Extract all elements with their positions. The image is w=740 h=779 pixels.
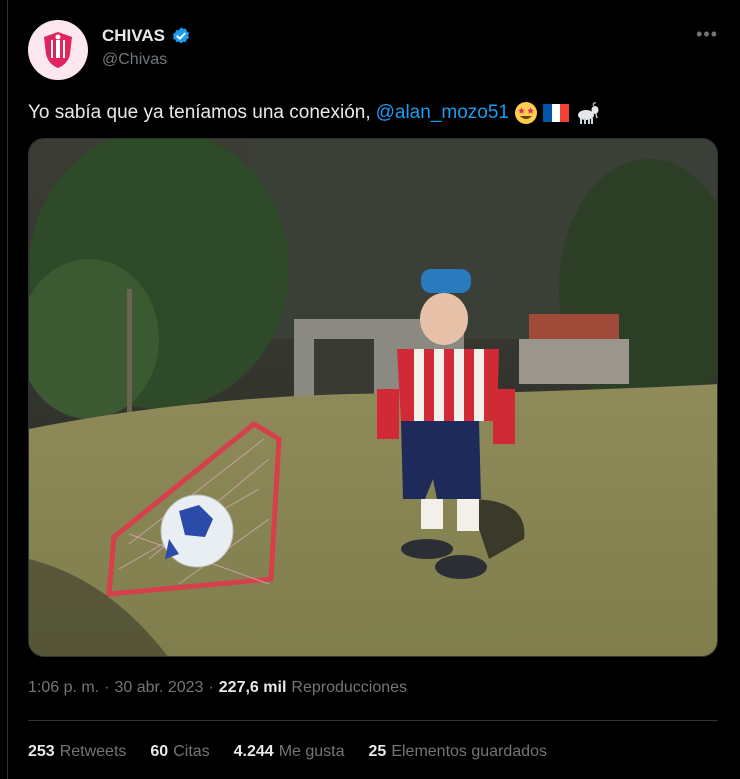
avatar[interactable] xyxy=(28,20,88,80)
quotes-label: Citas xyxy=(173,743,210,760)
more-options-icon[interactable]: ••• xyxy=(696,24,718,45)
account-name[interactable]: CHIVAS xyxy=(102,26,165,46)
photo-child-with-soccer-ball xyxy=(29,139,717,656)
bookmarks-stat[interactable]: 25 Elementos guardados xyxy=(369,743,547,761)
engagement-stats: 253 Retweets 60 Citas 4.244 Me gusta 25 … xyxy=(28,743,547,761)
bookmarks-count: 25 xyxy=(368,743,387,760)
meta-separator: · xyxy=(104,679,110,696)
retweets-label: Retweets xyxy=(59,743,127,760)
divider xyxy=(28,720,718,721)
france-flag-emoji xyxy=(542,104,569,122)
goat-emoji xyxy=(577,102,599,124)
tweet-date[interactable]: 30 abr. 2023 xyxy=(114,679,203,697)
likes-stat[interactable]: 4.244 Me gusta xyxy=(234,743,345,761)
meta-separator-2: · xyxy=(208,679,214,696)
mention-link[interactable]: @alan_mozo51 xyxy=(376,102,509,124)
verified-badge-icon xyxy=(172,27,190,44)
star-struck-emoji xyxy=(514,102,537,124)
tweet-time[interactable]: 1:06 p. m. xyxy=(28,679,99,697)
likes-count: 4.244 xyxy=(233,743,274,760)
views-label: Reproducciones xyxy=(291,679,408,696)
tweet-meta: 1:06 p. m. · 30 abr. 2023 · 227,6 mil Re… xyxy=(28,679,407,697)
quotes-count: 60 xyxy=(150,743,169,760)
chivas-crest-icon xyxy=(44,32,72,68)
tweet-text: Yo sabía que ya teníamos una conexión, @… xyxy=(28,101,600,125)
retweets-count: 253 xyxy=(28,743,55,760)
account-handle[interactable]: @Chivas xyxy=(102,51,167,69)
tweet-card: CHIVAS @Chivas ••• Yo sabía que ya tenía… xyxy=(7,0,740,779)
retweets-stat[interactable]: 253 Retweets xyxy=(28,743,126,761)
views-count: 227,6 mil xyxy=(218,679,287,696)
tweet-body: Yo sabía que ya teníamos una conexión, xyxy=(28,102,371,123)
quotes-stat[interactable]: 60 Citas xyxy=(150,743,209,761)
bookmarks-label: Elementos guardados xyxy=(391,743,547,760)
likes-label: Me gusta xyxy=(278,743,345,760)
tweet-photo[interactable] xyxy=(28,138,718,657)
name-row: CHIVAS xyxy=(102,26,191,46)
